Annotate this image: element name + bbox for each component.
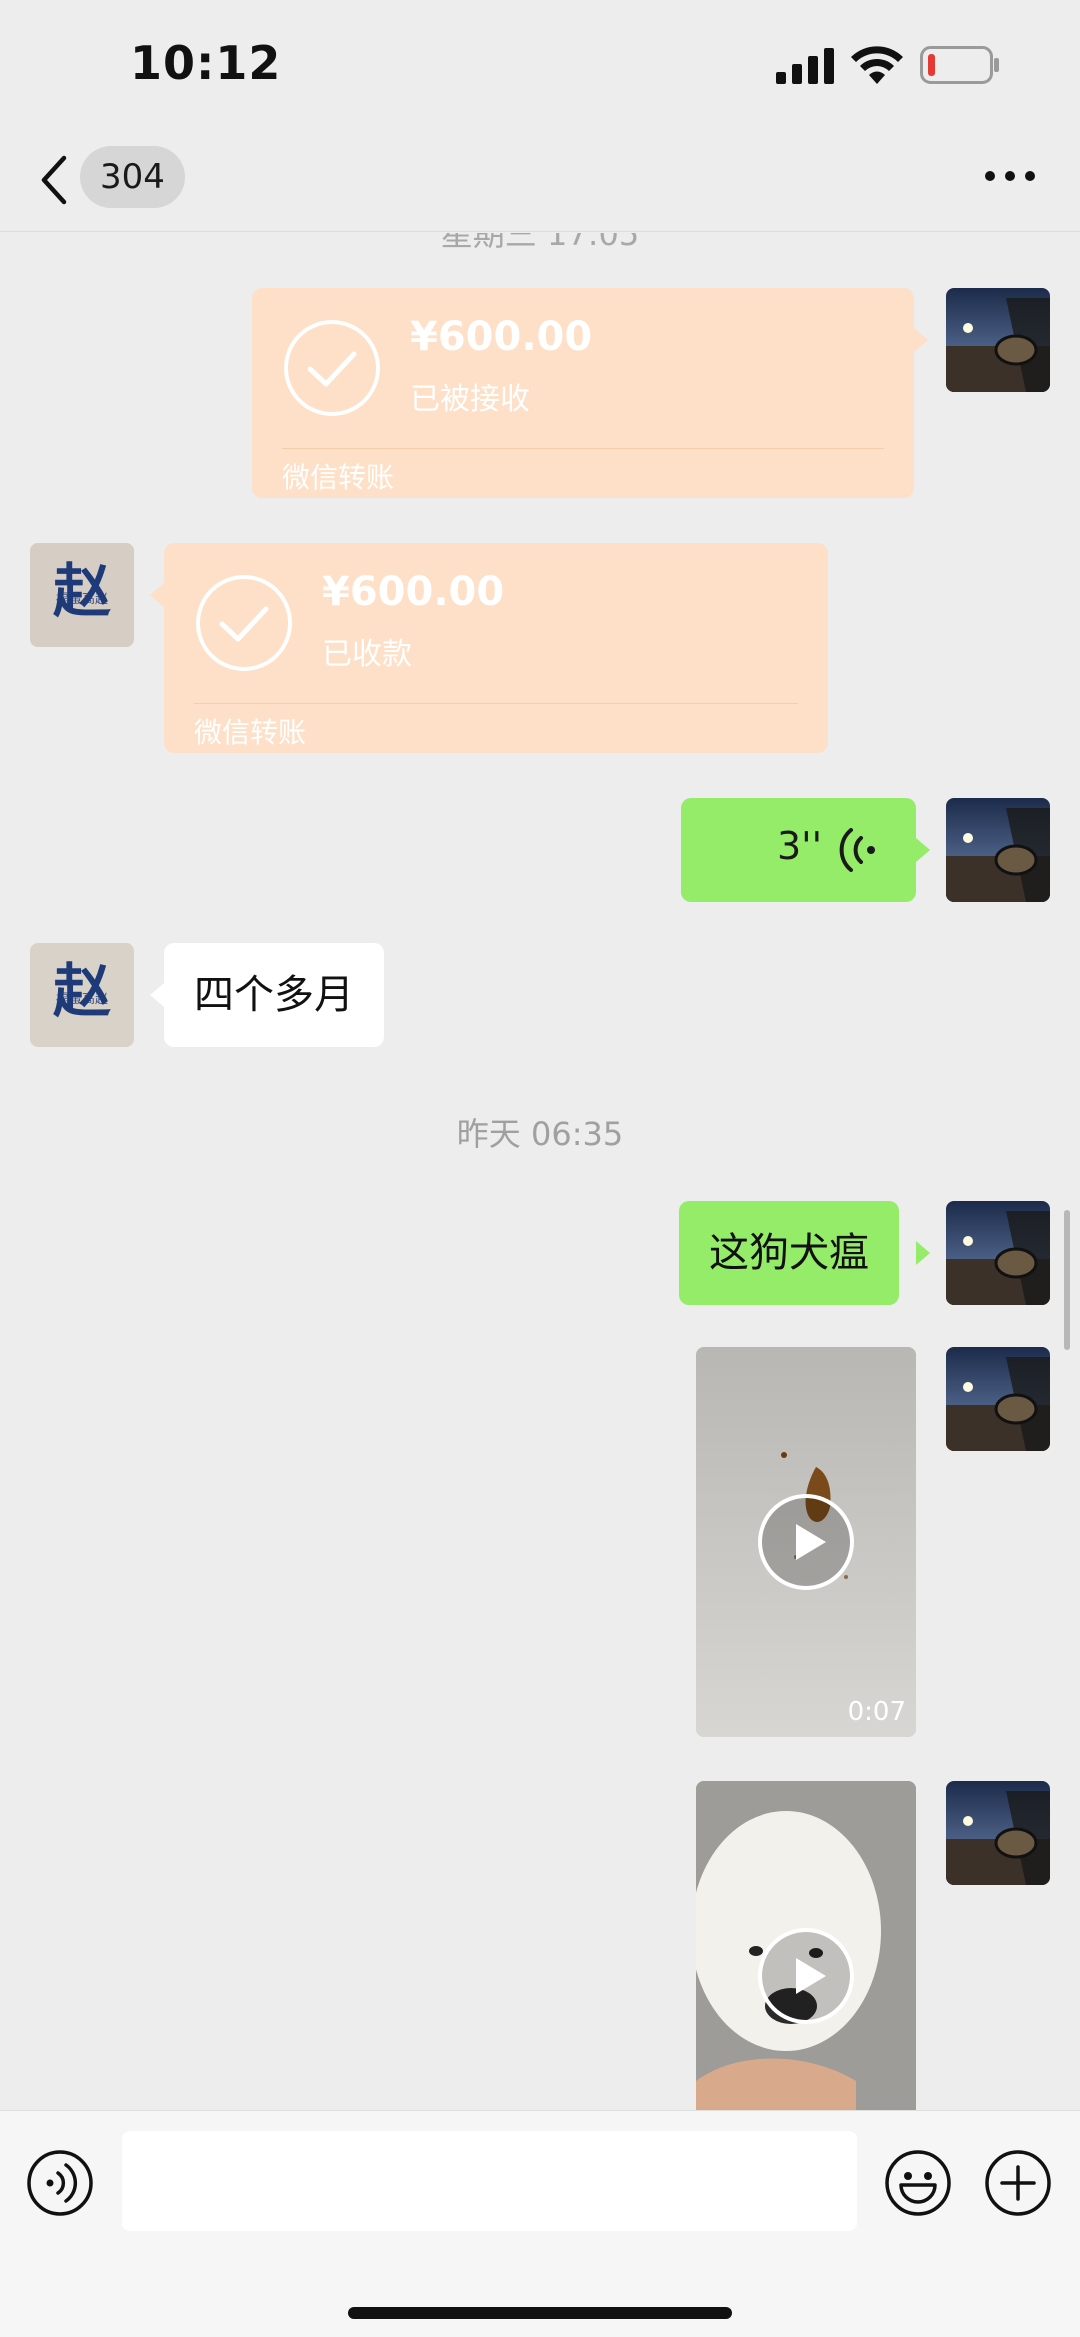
avatar-logo-char: 赵 — [53, 557, 111, 625]
text-message-received[interactable]: 四个多月 — [164, 943, 384, 1047]
play-icon[interactable] — [756, 1926, 856, 2026]
contact-avatar[interactable]: 赵 福蛋高赵 — [30, 943, 134, 1047]
unread-count-badge[interactable]: 304 — [80, 146, 185, 208]
chat-timestamp: 昨天 06:35 — [456, 1115, 624, 1153]
transfer-status: 已收款 — [322, 637, 412, 672]
contact-avatar[interactable]: 赵 福蛋高赵 — [30, 543, 134, 647]
plus-icon[interactable] — [984, 2149, 1052, 2217]
bubble-tail — [916, 1241, 930, 1265]
contact-logo-image: 赵 福蛋高赵 — [30, 543, 134, 647]
text-message-sent[interactable]: 这狗犬瘟 — [679, 1201, 899, 1305]
my-avatar[interactable] — [946, 1201, 1050, 1305]
divider — [282, 448, 884, 449]
my-avatar[interactable] — [946, 288, 1050, 392]
my-avatar[interactable] — [946, 1347, 1050, 1451]
scrollbar[interactable] — [1064, 1210, 1070, 1350]
bubble-tail — [150, 983, 164, 1007]
transfer-amount: ¥600.00 — [322, 569, 505, 615]
emoji-icon[interactable] — [884, 2149, 952, 2217]
my-avatar[interactable] — [946, 1781, 1050, 1885]
voice-duration: 3'' — [777, 824, 823, 868]
status-time: 10:12 — [130, 36, 282, 90]
video-message[interactable] — [696, 1781, 916, 2110]
divider — [194, 703, 798, 704]
chat-area[interactable]: 星期三 17:05 ¥600.00 已被接收 微信转账 赵 福蛋高赵 ¥600.… — [0, 233, 1080, 2110]
transfer-card-received[interactable]: ¥600.00 已收款 微信转账 — [164, 543, 828, 753]
transfer-amount: ¥600.00 — [410, 314, 593, 360]
nav-bar: 304 — [0, 128, 1080, 232]
signal-icon — [776, 48, 834, 84]
transfer-status: 已被接收 — [410, 382, 530, 417]
night-road-photo — [946, 798, 1050, 902]
wifi-icon — [851, 46, 903, 84]
back-icon[interactable] — [36, 150, 72, 210]
voice-wave-icon — [839, 828, 875, 872]
transfer-card-sent[interactable]: ¥600.00 已被接收 微信转账 — [252, 288, 914, 498]
bubble-tail — [916, 838, 930, 862]
bubble-tail — [914, 328, 928, 352]
message-input[interactable] — [122, 2131, 857, 2231]
partial-timestamp: 星期三 17:05 — [440, 233, 640, 253]
home-indicator[interactable] — [348, 2307, 732, 2319]
svg-text:福蛋高赵: 福蛋高赵 — [56, 991, 108, 1007]
night-road-photo — [946, 1201, 1050, 1305]
my-avatar[interactable] — [946, 798, 1050, 902]
video-duration: 0:07 — [847, 1697, 906, 1727]
check-icon — [284, 320, 380, 416]
input-bar — [0, 2110, 1080, 2337]
check-icon — [196, 575, 292, 671]
svg-text:福蛋高赵: 福蛋高赵 — [56, 591, 108, 607]
svg-text:赵: 赵 — [53, 957, 111, 1025]
transfer-label: 微信转账 — [282, 461, 395, 494]
status-bar: 10:12 — [0, 0, 1080, 128]
video-message[interactable]: 0:07 — [696, 1347, 916, 1737]
contact-logo-image: 赵 福蛋高赵 — [30, 943, 134, 1047]
night-road-photo — [946, 1781, 1050, 1885]
night-road-photo — [946, 1347, 1050, 1451]
bubble-tail — [150, 583, 164, 607]
voice-mode-icon[interactable] — [26, 2149, 94, 2217]
transfer-label: 微信转账 — [194, 716, 307, 749]
voice-message[interactable]: 3'' — [681, 798, 916, 902]
play-icon[interactable] — [756, 1492, 856, 1592]
battery-icon — [920, 46, 999, 84]
more-icon[interactable] — [984, 166, 1036, 186]
night-road-photo — [946, 288, 1050, 392]
